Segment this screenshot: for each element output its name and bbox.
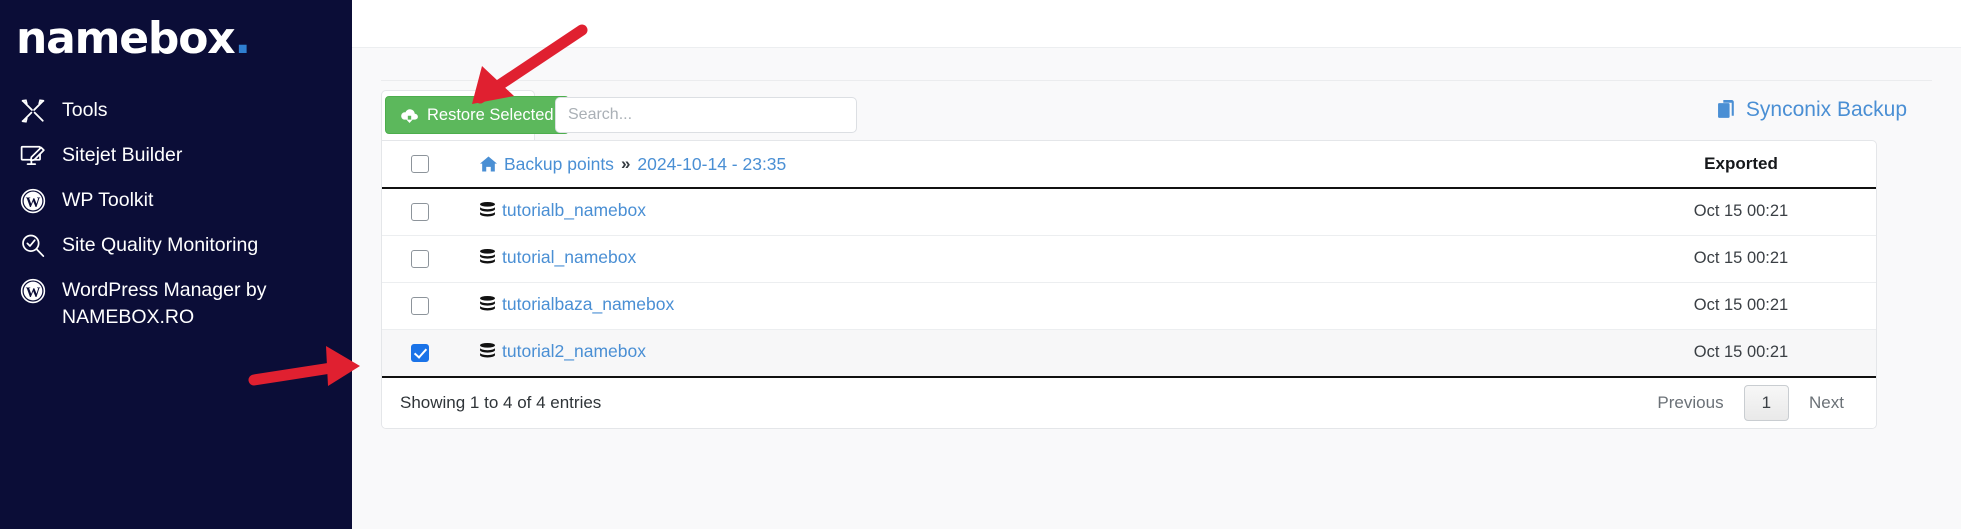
restore-selected-button[interactable]: Restore Selected [385, 96, 569, 134]
brand-name: namebox [16, 13, 236, 64]
row-select-cell [382, 235, 458, 282]
copy-files-icon [1717, 99, 1737, 121]
breadcrumb-current[interactable]: 2024-10-14 - 23:35 [637, 154, 786, 175]
brand-logo[interactable]: namebox. [16, 8, 251, 70]
database-name: tutorialb_namebox [502, 199, 646, 220]
database-link[interactable]: tutorialb_namebox [458, 200, 646, 221]
page-root: namebox. Tools Sitejet Builder W WP Tool… [0, 0, 1961, 529]
divider [381, 80, 1932, 81]
monitor-pen-icon [20, 143, 54, 169]
sidebar: namebox. Tools Sitejet Builder W WP Tool… [0, 0, 352, 529]
table-header-row: Backup points » 2024-10-14 - 23:35 Expor… [382, 141, 1876, 189]
breadcrumb-root-link[interactable]: Backup points [504, 154, 614, 175]
search-input[interactable] [555, 97, 857, 133]
pagination-next[interactable]: Next [1795, 387, 1858, 419]
table-footer: Showing 1 to 4 of 4 entries Previous 1 N… [382, 376, 1876, 428]
wordpress-icon: W [20, 188, 54, 214]
row-exported-cell: Oct 15 00:21 [1693, 249, 1789, 267]
sidebar-item-label: Sitejet Builder [62, 144, 183, 166]
database-link[interactable]: tutorial2_namebox [458, 341, 646, 362]
row-name-cell: tutorial_namebox [458, 235, 1606, 282]
database-name: tutorial_namebox [502, 246, 637, 267]
synconix-backup-link[interactable]: Synconix Backup [1717, 98, 1907, 122]
select-all-header [382, 141, 458, 189]
exported-column-header[interactable]: Exported [1606, 141, 1876, 189]
row-select-cell [382, 329, 458, 376]
database-icon [480, 201, 495, 219]
content-area: Restore Selected Synconix Backup [352, 48, 1961, 529]
row-exported-cell: Oct 15 00:21 [1693, 296, 1789, 314]
row-checkbox[interactable] [411, 296, 429, 315]
table-head: Backup points » 2024-10-14 - 23:35 Expor… [382, 141, 1876, 189]
sidebar-item-wp-toolkit[interactable]: W WP Toolkit [0, 178, 352, 223]
row-checkbox[interactable] [411, 343, 429, 362]
select-all-checkbox[interactable] [411, 155, 429, 173]
breadcrumb: Backup points » 2024-10-14 - 23:35 [458, 154, 1606, 175]
row-select-cell [382, 188, 458, 235]
sidebar-item-sitejet-builder[interactable]: Sitejet Builder [0, 133, 352, 178]
showing-entries-info: Showing 1 to 4 of 4 entries [400, 393, 602, 412]
table-body: tutorialb_namebox Oct 15 00:21 tutorial_… [382, 188, 1876, 376]
sidebar-item-label: Site Quality Monitoring [62, 234, 259, 256]
database-icon [480, 248, 495, 266]
svg-text:W: W [26, 195, 41, 211]
svg-text:W: W [26, 285, 41, 301]
row-name-cell: tutorialb_namebox [458, 188, 1606, 235]
backup-table: Backup points » 2024-10-14 - 23:35 Expor… [382, 141, 1876, 376]
database-name: tutorialbaza_namebox [502, 293, 675, 314]
sidebar-item-label: Tools [62, 99, 108, 121]
row-checkbox[interactable] [411, 249, 429, 268]
sidebar-item-site-quality-monitoring[interactable]: Site Quality Monitoring [0, 223, 352, 268]
brand-dot: . [234, 13, 251, 64]
breadcrumb-header: Backup points » 2024-10-14 - 23:35 [458, 141, 1606, 189]
row-checkbox[interactable] [411, 202, 429, 221]
top-bar [352, 0, 1961, 48]
database-link[interactable]: tutorialbaza_namebox [458, 294, 674, 315]
table-row[interactable]: tutorialbaza_namebox Oct 15 00:21 [382, 282, 1876, 329]
table-row[interactable]: tutorialb_namebox Oct 15 00:21 [382, 188, 1876, 235]
main-area: Restore Selected Synconix Backup [352, 0, 1961, 529]
database-link[interactable]: tutorial_namebox [458, 247, 636, 268]
breadcrumb-separator: » [620, 154, 631, 173]
row-exported-cell: Oct 15 00:21 [1693, 202, 1789, 221]
database-icon [480, 295, 495, 313]
synconix-backup-label: Synconix Backup [1745, 98, 1907, 121]
pagination-page-1[interactable]: 1 [1743, 385, 1790, 421]
tools-icon [20, 98, 54, 124]
sidebar-item-tools[interactable]: Tools [0, 88, 352, 133]
row-name-cell: tutorial2_namebox [458, 329, 1606, 376]
wordpress-icon: W [20, 278, 54, 304]
pagination-previous[interactable]: Previous [1643, 387, 1737, 419]
magnifier-check-icon [20, 233, 54, 259]
sidebar-item-label: WordPress Manager by NAMEBOX.RO [62, 279, 267, 328]
cloud-download-icon [400, 108, 419, 123]
sidebar-nav: Tools Sitejet Builder W WP Toolkit Site … [0, 88, 352, 340]
home-icon [480, 156, 497, 172]
database-name: tutorial2_namebox [502, 340, 646, 361]
sidebar-item-label: WP Toolkit [62, 189, 154, 211]
table-row[interactable]: tutorial_namebox Oct 15 00:21 [382, 235, 1876, 282]
row-select-cell [382, 282, 458, 329]
backup-table-card: Backup points » 2024-10-14 - 23:35 Expor… [381, 140, 1877, 429]
pagination: Previous 1 Next [1643, 385, 1858, 421]
table-row[interactable]: tutorial2_namebox Oct 15 00:21 [382, 329, 1876, 376]
row-exported-cell: Oct 15 00:21 [1693, 343, 1789, 362]
row-name-cell: tutorialbaza_namebox [458, 282, 1606, 329]
restore-selected-label: Restore Selected [427, 105, 554, 124]
sidebar-item-wordpress-manager[interactable]: W WordPress Manager by NAMEBOX.RO [0, 268, 352, 340]
database-icon [480, 342, 495, 360]
